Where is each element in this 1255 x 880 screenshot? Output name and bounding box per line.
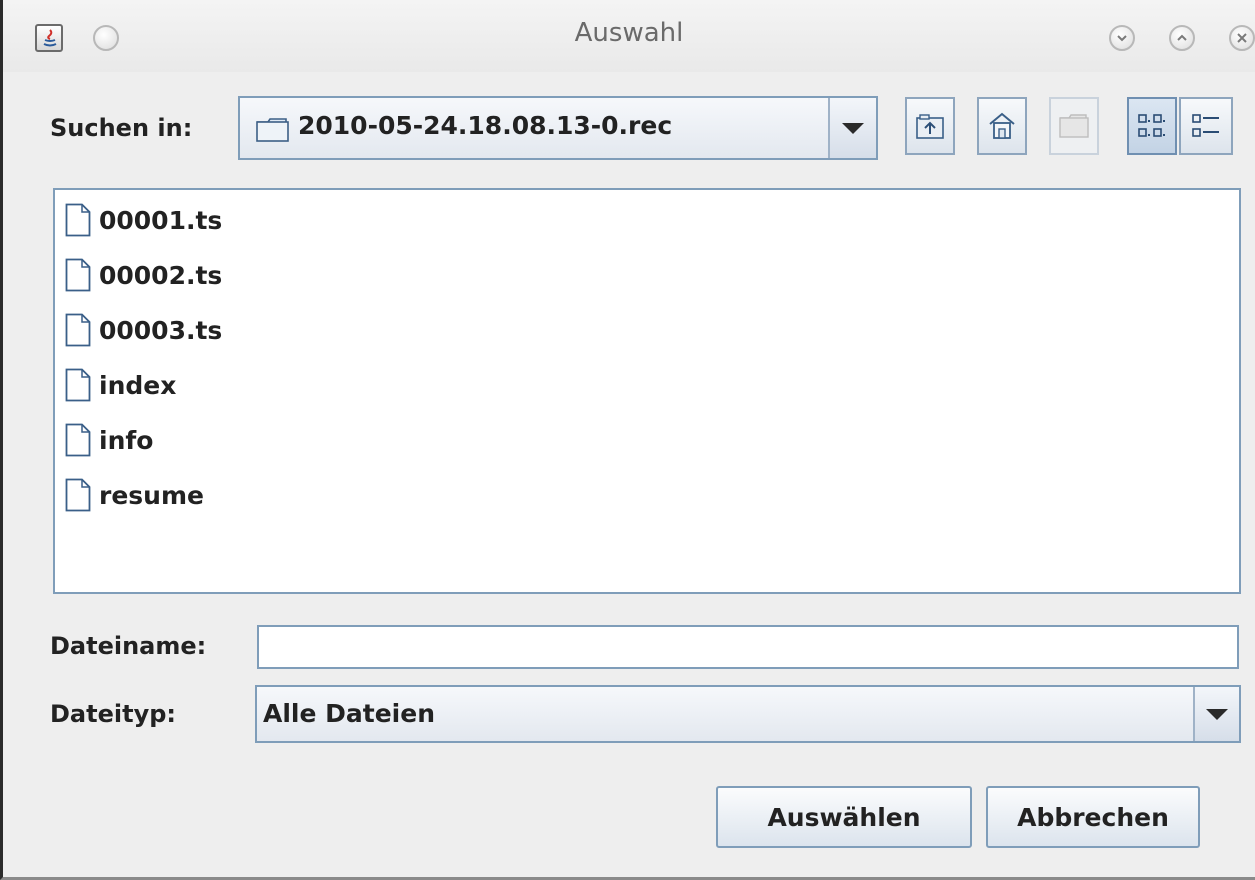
up-one-level-button[interactable]	[905, 97, 955, 155]
look-in-value: 2010-05-24.18.08.13-0.rec	[298, 111, 673, 140]
minimize-icon[interactable]	[1109, 25, 1135, 51]
look-in-dropdown-arrow[interactable]	[828, 98, 876, 158]
home-button[interactable]	[977, 97, 1027, 155]
details-view-icon	[1192, 114, 1219, 137]
file-name: index	[99, 370, 177, 400]
file-icon	[65, 478, 91, 512]
file-icon	[65, 203, 91, 237]
file-item[interactable]: resume	[65, 473, 204, 517]
filetype-label: Dateityp:	[50, 700, 176, 728]
look-in-combo[interactable]: 2010-05-24.18.08.13-0.rec	[238, 96, 878, 160]
list-view-button[interactable]	[1127, 97, 1177, 155]
file-item[interactable]: info	[65, 418, 153, 462]
folder-up-icon	[916, 114, 944, 139]
new-folder-button[interactable]	[1049, 97, 1099, 155]
file-item[interactable]: 00002.ts	[65, 253, 222, 297]
details-view-button[interactable]	[1179, 97, 1233, 155]
file-icon	[65, 368, 91, 402]
file-icon	[65, 258, 91, 292]
maximize-icon[interactable]	[1169, 25, 1195, 51]
filename-label: Dateiname:	[50, 632, 207, 660]
file-icon	[65, 423, 91, 457]
home-icon	[989, 112, 1015, 139]
cancel-button[interactable]: Abbrechen	[986, 786, 1200, 848]
filetype-dropdown-arrow[interactable]	[1193, 687, 1239, 741]
file-item[interactable]: index	[65, 363, 176, 407]
file-chooser-dialog: Auswahl Suchen in: 2010-05-24.18.08.13-0…	[0, 0, 1255, 880]
approve-button[interactable]: Auswählen	[716, 786, 972, 848]
file-item[interactable]: 00003.ts	[65, 308, 222, 352]
file-name: 00003.ts	[99, 315, 223, 345]
close-icon[interactable]	[1229, 25, 1255, 51]
filename-input[interactable]	[257, 625, 1239, 669]
list-view-icon	[1138, 114, 1165, 137]
window-title: Auswahl	[574, 18, 684, 48]
file-item[interactable]: 00001.ts	[65, 198, 222, 242]
file-name: resume	[99, 480, 204, 510]
new-folder-icon	[1059, 114, 1089, 138]
filetype-value: Alle Dateien	[263, 699, 435, 728]
file-name: 00001.ts	[99, 205, 223, 235]
file-name: 00002.ts	[99, 260, 223, 290]
title-bar: Auswahl	[3, 0, 1255, 72]
folder-icon	[256, 118, 289, 142]
file-list[interactable]: 00001.ts 00002.ts 00003.ts index info re…	[53, 188, 1241, 594]
file-icon	[65, 313, 91, 347]
file-name: info	[99, 425, 154, 455]
look-in-label: Suchen in:	[50, 114, 193, 142]
filetype-combo[interactable]: Alle Dateien	[255, 685, 1241, 743]
